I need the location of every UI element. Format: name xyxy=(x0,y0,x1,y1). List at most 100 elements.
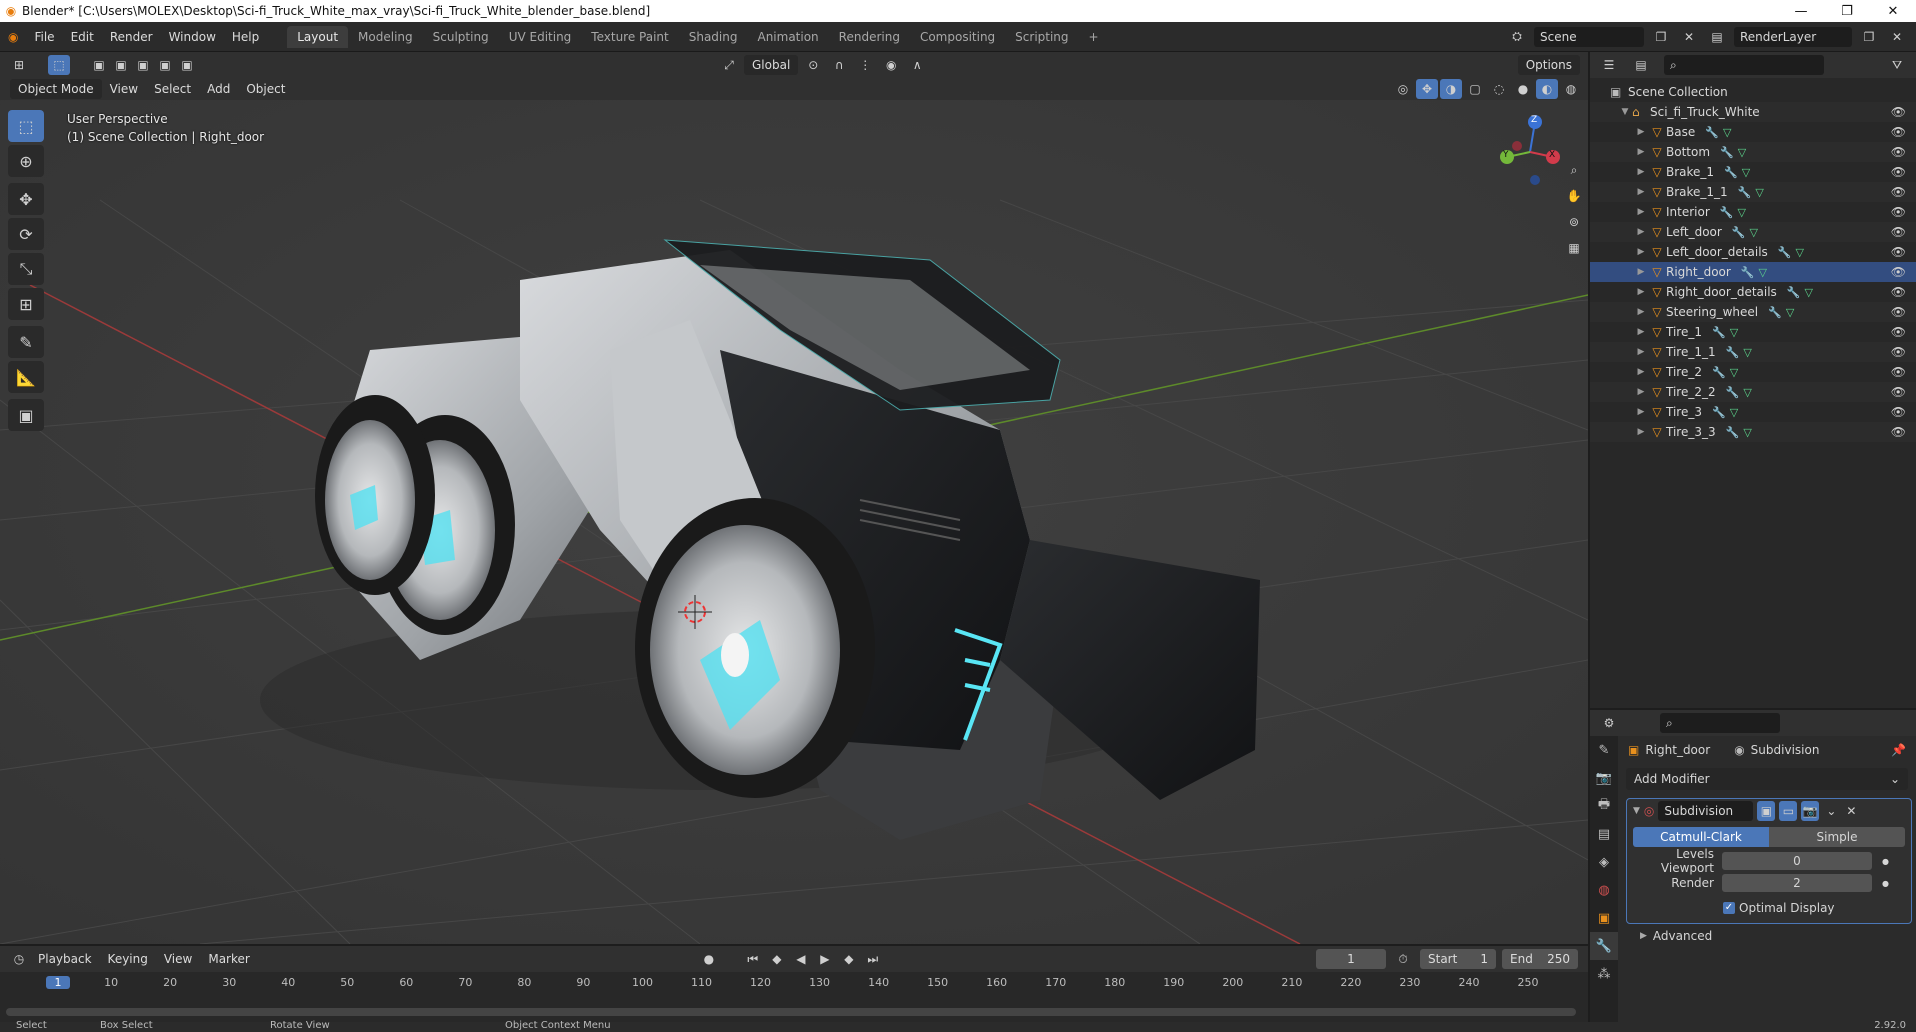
mesh-data-icon[interactable]: ▽ xyxy=(1743,346,1751,359)
outliner-editor-type-icon[interactable]: ☰ xyxy=(1598,55,1620,75)
eye-icon[interactable]: 👁 xyxy=(1891,185,1906,199)
eye-icon[interactable]: 👁 xyxy=(1891,425,1906,439)
scale-tool-icon[interactable]: ⤡ xyxy=(8,253,44,285)
simple-option[interactable]: Simple xyxy=(1769,827,1905,847)
mesh-data-icon[interactable]: ▽ xyxy=(1738,146,1746,159)
wireframe-shading-icon[interactable]: ◌ xyxy=(1488,79,1510,99)
menu-window[interactable]: Window xyxy=(161,27,224,47)
expand-collapse-icon[interactable]: ▶ xyxy=(1634,167,1648,177)
menu-help[interactable]: Help xyxy=(224,27,267,47)
tab-layout[interactable]: Layout xyxy=(287,25,349,48)
modifier-wrench-icon[interactable]: 🔧 xyxy=(1705,126,1719,139)
timeline-menu-playback[interactable]: Playback xyxy=(30,949,100,969)
outliner-search-input[interactable]: ⌕ xyxy=(1664,55,1824,75)
outliner-collection-row[interactable]: ▼ ⌂ Sci_fi_Truck_White 👁 xyxy=(1590,102,1916,122)
menu-render[interactable]: Render xyxy=(102,27,161,47)
tool-tab-icon[interactable]: ✎ xyxy=(1590,736,1618,764)
timeline-area[interactable]: 1 10 20 30 40 50 60 70 80 90 100 110 120 130 140 150 160… xyxy=(0,972,1588,1022)
material-shading-icon[interactable]: ◐ xyxy=(1536,79,1558,99)
select-mode-new-icon[interactable]: ▣ xyxy=(88,55,110,75)
cursor-tool-icon[interactable]: ⊕ xyxy=(8,145,44,177)
start-frame-field[interactable]: Start 1 xyxy=(1420,949,1496,969)
minimize-button[interactable]: — xyxy=(1778,4,1824,19)
particles-tab-icon[interactable]: ⁂ xyxy=(1590,960,1618,988)
expand-collapse-icon[interactable]: ▶ xyxy=(1634,287,1648,297)
modifier-wrench-icon[interactable]: 🔧 xyxy=(1720,146,1734,159)
tab-animation[interactable]: Animation xyxy=(747,26,828,48)
mesh-data-icon[interactable]: ▽ xyxy=(1750,226,1758,239)
pan-hand-icon[interactable]: ✋ xyxy=(1563,186,1585,206)
expand-collapse-icon[interactable]: ▶ xyxy=(1634,307,1648,317)
maximize-button[interactable]: ❐ xyxy=(1824,4,1870,19)
outliner-root-row[interactable]: ▣ Scene Collection xyxy=(1590,82,1916,102)
overlay-toggle-icon[interactable]: ◑ xyxy=(1440,79,1462,99)
mesh-data-icon[interactable]: ▽ xyxy=(1737,206,1745,219)
modifier-wrench-icon[interactable]: 🔧 xyxy=(1726,386,1740,399)
eye-icon[interactable]: 👁 xyxy=(1891,225,1906,239)
mesh-data-icon[interactable]: ▽ xyxy=(1743,386,1751,399)
outliner-object-row[interactable]: ▶ ▽ Base 🔧 ▽ 👁 xyxy=(1590,122,1916,142)
gizmo-toggle-icon[interactable]: ✥ xyxy=(1416,79,1438,99)
modifier-wrench-icon[interactable]: 🔧 xyxy=(1741,266,1755,279)
modifier-wrench-icon[interactable]: 🔧 xyxy=(1787,286,1801,299)
object-mode-dropdown[interactable]: Object Mode xyxy=(10,79,102,99)
eye-icon[interactable]: 👁 xyxy=(1891,105,1906,119)
outliner-object-row[interactable]: ▶ ▽ Right_door 🔧 ▽ 👁 xyxy=(1590,262,1916,282)
stopwatch-icon[interactable]: ⏱ xyxy=(1392,949,1414,969)
modifier-wrench-icon[interactable]: 🔧 xyxy=(1738,186,1752,199)
jump-keyframe-forward-icon[interactable]: ◆ xyxy=(838,949,860,969)
zoom-icon[interactable]: ⌕ xyxy=(1563,160,1585,180)
eye-icon[interactable]: 👁 xyxy=(1891,125,1906,139)
mesh-data-icon[interactable]: ▽ xyxy=(1759,266,1767,279)
modifier-wrench-icon[interactable]: 🔧 xyxy=(1724,166,1738,179)
viewport-menu-add[interactable]: Add xyxy=(199,79,238,99)
measure-tool-icon[interactable]: 📐 xyxy=(8,361,44,393)
outliner-object-row[interactable]: ▶ ▽ Left_door_details 🔧 ▽ 👁 xyxy=(1590,242,1916,262)
delete-layer-icon[interactable]: ✕ xyxy=(1886,27,1908,47)
expand-collapse-icon[interactable]: ▶ xyxy=(1634,327,1648,337)
expand-collapse-icon[interactable]: ▶ xyxy=(1634,227,1648,237)
eye-icon[interactable]: 👁 xyxy=(1891,285,1906,299)
modifier-wrench-icon[interactable]: 🔧 xyxy=(1726,346,1740,359)
mesh-data-icon[interactable]: ▽ xyxy=(1796,246,1804,259)
eye-icon[interactable]: 👁 xyxy=(1891,385,1906,399)
mesh-data-icon[interactable]: ▽ xyxy=(1730,326,1738,339)
snap-target-icon[interactable]: ⋮ xyxy=(854,55,876,75)
eye-icon[interactable]: 👁 xyxy=(1891,205,1906,219)
edit-mode-toggle-icon[interactable]: ▣ xyxy=(1757,801,1776,821)
expand-collapse-icon[interactable]: ▶ xyxy=(1634,247,1648,257)
expand-collapse-icon[interactable]: ▼ xyxy=(1618,107,1632,117)
scene-tab-icon[interactable]: ◈ xyxy=(1590,848,1618,876)
mesh-data-icon[interactable]: ▽ xyxy=(1786,306,1794,319)
properties-editor-type-icon[interactable]: ⚙ xyxy=(1598,713,1620,733)
outliner-object-row[interactable]: ▶ ▽ Interior 🔧 ▽ 👁 xyxy=(1590,202,1916,222)
modifier-wrench-icon[interactable]: 🔧 xyxy=(1712,326,1726,339)
render-tab-icon[interactable]: 📷 xyxy=(1590,764,1618,792)
select-mode-extend-icon[interactable]: ▣ xyxy=(110,55,132,75)
mesh-data-icon[interactable]: ▽ xyxy=(1755,186,1763,199)
end-frame-field[interactable]: End 250 xyxy=(1502,949,1578,969)
expand-collapse-icon[interactable]: ▶ xyxy=(1634,267,1648,277)
eye-icon[interactable]: 👁 xyxy=(1891,265,1906,279)
tab-shading[interactable]: Shading xyxy=(679,26,748,48)
expand-collapse-icon[interactable]: ▶ xyxy=(1634,407,1648,417)
select-tool-icon[interactable]: ⬚ xyxy=(48,55,70,75)
rendered-shading-icon[interactable]: ◍ xyxy=(1560,79,1582,99)
properties-search-input[interactable]: ⌕ xyxy=(1660,713,1780,733)
modifier-wrench-icon[interactable]: 🔧 xyxy=(1720,206,1734,219)
eye-icon[interactable]: 👁 xyxy=(1891,365,1906,379)
outliner-object-row[interactable]: ▶ ▽ Tire_1 🔧 ▽ 👁 xyxy=(1590,322,1916,342)
falloff-icon[interactable]: ∧ xyxy=(906,55,928,75)
move-tool-icon[interactable]: ✥ xyxy=(8,183,44,215)
menu-edit[interactable]: Edit xyxy=(63,27,102,47)
jump-keyframe-back-icon[interactable]: ◆ xyxy=(766,949,788,969)
render-layer-field[interactable]: RenderLayer xyxy=(1734,26,1852,47)
perspective-grid-icon[interactable]: ▦ xyxy=(1563,238,1585,258)
rotate-tool-icon[interactable]: ⟳ xyxy=(8,218,44,250)
current-frame-field[interactable]: 1 xyxy=(1316,949,1386,969)
expand-collapse-icon[interactable]: ▶ xyxy=(1634,127,1648,137)
remove-modifier-icon[interactable]: ✕ xyxy=(1843,801,1859,821)
viewport-menu-select[interactable]: Select xyxy=(146,79,199,99)
visibility-icon[interactable]: ◎ xyxy=(1392,79,1414,99)
outliner-object-row[interactable]: ▶ ▽ Right_door_details 🔧 ▽ 👁 xyxy=(1590,282,1916,302)
